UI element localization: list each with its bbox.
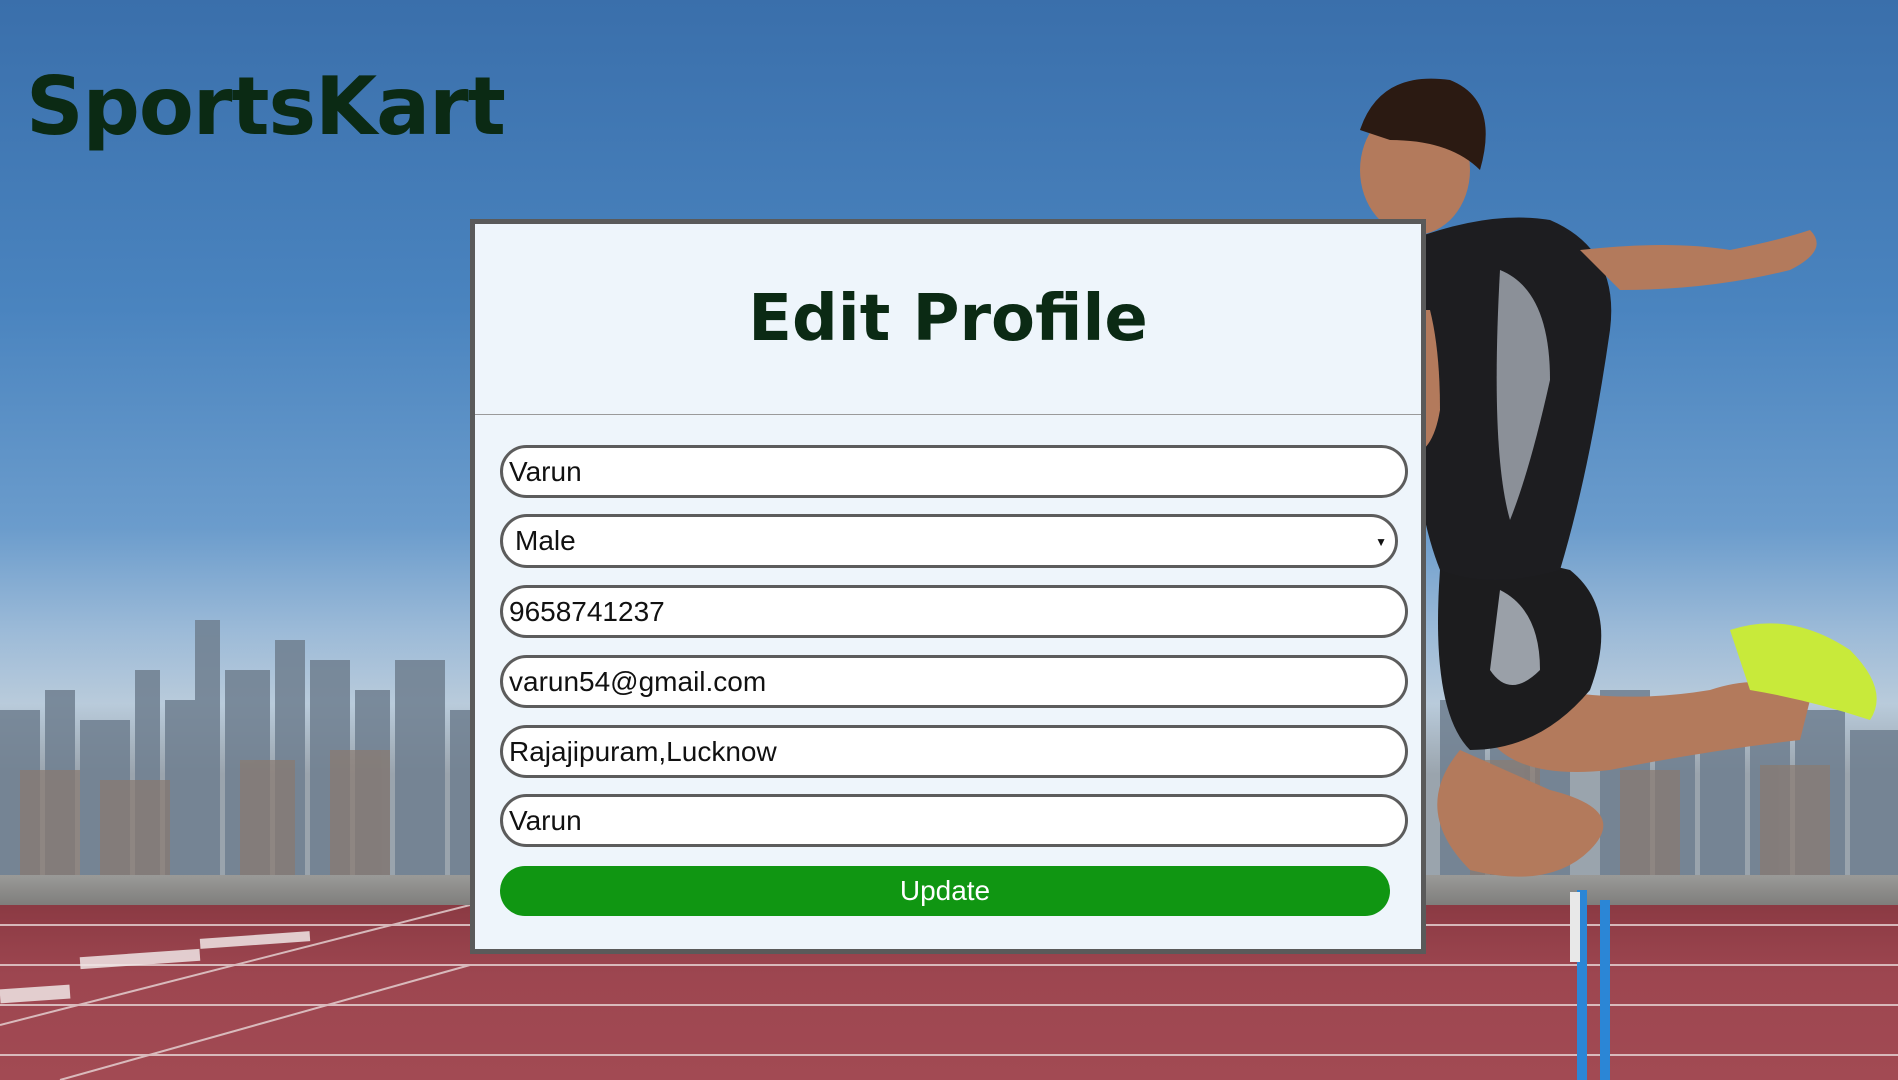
name-input[interactable] xyxy=(500,445,1408,498)
gender-select[interactable]: Male ▼ xyxy=(500,514,1398,568)
caret-down-icon: ▼ xyxy=(1375,535,1387,549)
email-input[interactable] xyxy=(500,655,1408,708)
update-button[interactable]: Update xyxy=(500,866,1390,916)
brand-logo-text[interactable]: SportsKart xyxy=(26,60,506,153)
page: SportsKart Edit Profile Male ▼ Update xyxy=(0,0,1898,1080)
edit-profile-form: Edit Profile Male ▼ Update xyxy=(470,219,1426,954)
gender-select-value: Male xyxy=(515,525,576,556)
card-header: Edit Profile xyxy=(475,224,1421,415)
username-input[interactable] xyxy=(500,794,1408,847)
phone-input[interactable] xyxy=(500,585,1408,638)
page-title: Edit Profile xyxy=(748,282,1148,356)
address-input[interactable] xyxy=(500,725,1408,778)
